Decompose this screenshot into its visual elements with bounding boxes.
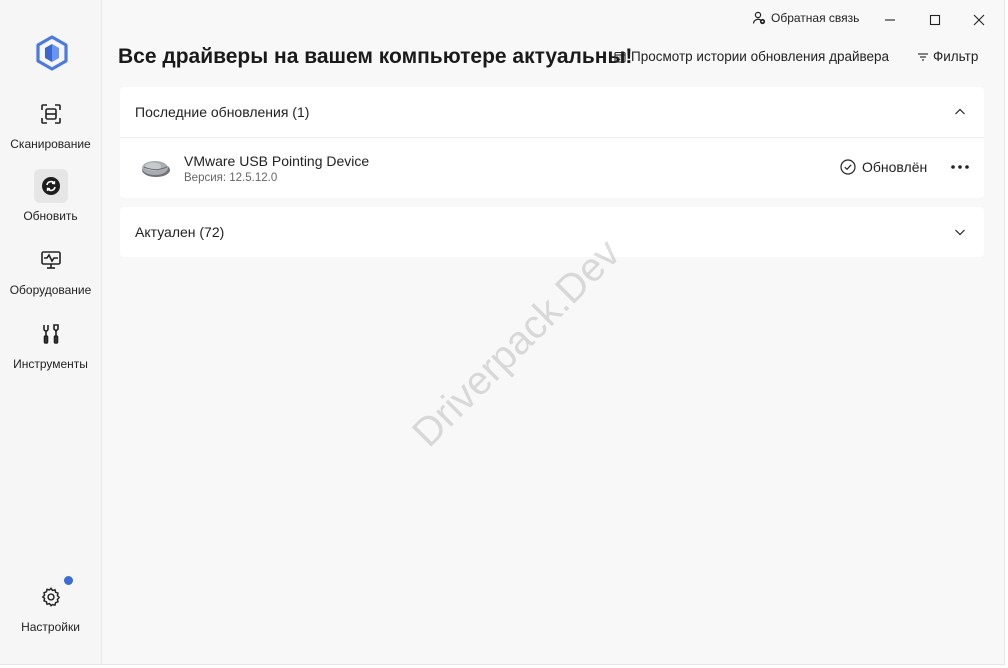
scan-icon (34, 97, 68, 131)
monitor-icon (34, 243, 68, 277)
gear-icon (34, 580, 68, 614)
feedback-icon (752, 11, 766, 25)
update-history-label: Просмотр истории обновления драйвера (631, 49, 890, 64)
sidebar: Сканирование Обновить Оборудование Инстр… (0, 0, 102, 664)
sidebar-item-update[interactable]: Обновить (0, 169, 101, 223)
check-circle-icon (840, 159, 856, 175)
sidebar-item-scan[interactable]: Сканирование (0, 97, 101, 151)
tools-icon (34, 317, 68, 351)
close-icon (973, 14, 985, 26)
recent-updates-header[interactable]: Последние обновления (1) (120, 87, 984, 137)
list-item[interactable]: VMware USB Pointing Device Версия: 12.5.… (120, 137, 984, 198)
sidebar-item-label: Обновить (23, 209, 78, 223)
device-version: Версия: 12.5.12.0 (184, 172, 278, 184)
calendar-icon (614, 51, 626, 63)
watermark: Driverpack.Dev (404, 230, 629, 456)
up-to-date-panel: Актуален (72) (120, 207, 984, 257)
status-label: Обновлён (862, 159, 928, 175)
chevron-up-icon (955, 108, 965, 115)
recent-updates-title: Последние обновления (1) (135, 104, 310, 120)
filter-icon (918, 52, 928, 61)
close-button[interactable] (956, 6, 1002, 34)
sidebar-item-label: Сканирование (10, 137, 91, 151)
more-options-button[interactable] (949, 157, 971, 177)
status-badge: Обновлён (840, 159, 927, 175)
sidebar-item-hardware[interactable]: Оборудование (0, 243, 101, 297)
mouse-icon (142, 161, 170, 177)
app-logo (36, 35, 68, 71)
maximize-icon (929, 14, 941, 26)
maximize-button[interactable] (912, 6, 958, 34)
sidebar-item-settings[interactable]: Настройки (0, 580, 101, 634)
filter-button[interactable]: Фильтр (917, 49, 978, 64)
up-to-date-header[interactable]: Актуален (72) (120, 207, 984, 257)
refresh-icon (33, 169, 68, 203)
sidebar-item-label: Инструменты (13, 357, 88, 371)
page-title: Все драйверы на вашем компьютере актуаль… (118, 45, 633, 68)
feedback-button[interactable]: Обратная связь (752, 11, 859, 25)
recent-updates-panel: Последние обновления (1) VMware USB Poin… (120, 87, 984, 198)
sidebar-item-tools[interactable]: Инструменты (0, 317, 101, 371)
feedback-label: Обратная связь (771, 11, 860, 25)
sidebar-item-label: Оборудование (9, 283, 92, 297)
up-to-date-title: Актуален (72) (135, 224, 225, 240)
device-name: VMware USB Pointing Device (184, 153, 370, 169)
notification-dot (64, 576, 73, 585)
filter-label: Фильтр (933, 49, 979, 64)
chevron-down-icon (955, 229, 965, 236)
update-history-button[interactable]: Просмотр истории обновления драйвера (614, 49, 889, 64)
minimize-icon (885, 19, 895, 21)
minimize-button[interactable] (867, 6, 913, 34)
more-icon (951, 165, 969, 169)
app-window: Сканирование Обновить Оборудование Инстр… (0, 0, 1005, 665)
sidebar-item-label: Настройки (21, 620, 80, 634)
